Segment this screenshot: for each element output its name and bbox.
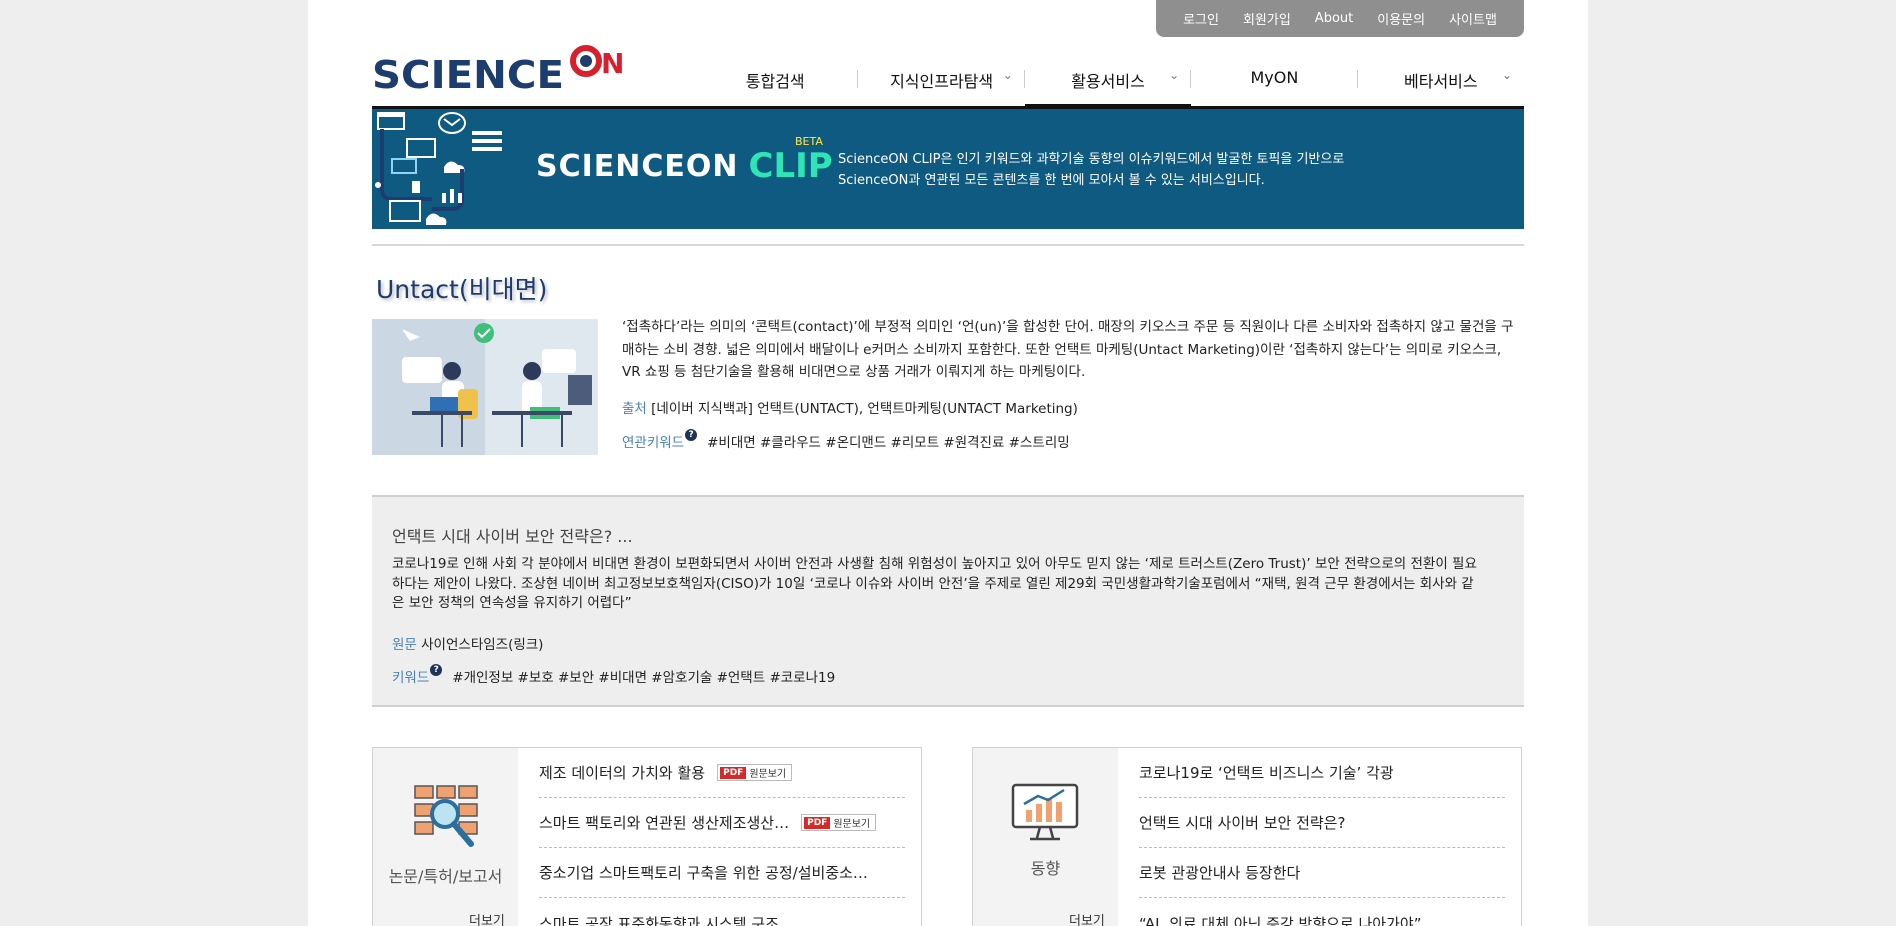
- papers-label: 논문/특허/보고서: [388, 867, 503, 886]
- news-box: 언택트 시대 사이버 보안 전략은? ... 코로나19로 인해 사회 각 분야…: [372, 495, 1524, 707]
- list-item[interactable]: 제조 데이터의 가치와 활용 PDF 원문보기: [539, 748, 905, 798]
- folder-search-icon: [413, 785, 478, 847]
- banner-illustration: [375, 112, 502, 225]
- pdf-icon: PDF: [804, 816, 831, 829]
- list-item[interactable]: 언택트 시대 사이버 보안 전략은?: [1139, 798, 1505, 848]
- signup-link[interactable]: 회원가입: [1231, 9, 1303, 28]
- trends-side: 동향 더보기: [973, 748, 1118, 926]
- content: 로그인 회원가입 About 이용문의 사이트맵 SCIENCE N 통합검색 …: [372, 0, 1524, 926]
- clip-brand-clip: CLIP: [748, 146, 833, 186]
- clip-brand-name: SCIENCEON: [536, 148, 739, 184]
- clip-desc-line: ScienceON과 연관된 모든 콘텐츠를 한 번에 모아서 볼 수 있는 서…: [838, 173, 1265, 188]
- source-label: 원문: [392, 637, 417, 653]
- pdf-label: 원문보기: [833, 819, 871, 830]
- papers-panel: 논문/특허/보고서 더보기 제조 데이터의 가치와 활용 PDF 원문보기 스마트…: [372, 747, 922, 926]
- nav-knowledge-infra[interactable]: 지식인프라탐색 ⌄: [858, 56, 1026, 108]
- pdf-view-button[interactable]: PDF 원문보기: [801, 814, 877, 831]
- chart-monitor-icon: [1011, 783, 1079, 841]
- trends-more-link[interactable]: 더보기: [1069, 910, 1105, 926]
- source-text[interactable]: [네이버 지식백과] 언택트(UNTACT), 언택트마케팅(UNTACT Ma…: [651, 401, 1078, 417]
- nav-services[interactable]: 활용서비스 ⌄: [1024, 56, 1192, 108]
- topic-keywords: 연관키워드 ? #비대면 #클라우드 #온디맨드 #리모트 #원격진료 #스트리…: [622, 429, 1070, 451]
- list-item[interactable]: 코로나19로 ‘언택트 비즈니스 기술’ 각광: [1139, 748, 1505, 798]
- news-title[interactable]: 언택트 시대 사이버 보안 전략은? ...: [392, 523, 633, 547]
- chevron-down-icon: ⌄: [1169, 68, 1180, 82]
- item-title[interactable]: 언택트 시대 사이버 보안 전략은?: [1139, 812, 1345, 833]
- topic-description: ‘접촉하다’라는 의미의 ‘콘택트(contact)’에 부정적 의미인 ‘언(…: [622, 319, 1514, 380]
- trends-label: 동향: [1030, 859, 1061, 878]
- nav-label: 활용서비스: [1071, 72, 1145, 91]
- login-link[interactable]: 로그인: [1171, 9, 1231, 28]
- item-title[interactable]: 스마트 공장 표준화동향과 시스템 구조: [539, 913, 779, 926]
- item-title[interactable]: 스마트 팩토리와 연관된 생산제조생산…: [539, 812, 789, 833]
- clip-description: ScienceON CLIP은 인기 키워드와 과학기술 동향의 이슈키워드에서…: [838, 149, 1438, 191]
- topic-source: 출처 [네이버 지식백과] 언택트(UNTACT), 언택트마케팅(UNTACT…: [622, 397, 1078, 417]
- sitemap-link[interactable]: 사이트맵: [1437, 9, 1509, 28]
- nav-myon[interactable]: MyON: [1191, 56, 1359, 108]
- topic-illustration: [372, 319, 598, 455]
- inquiry-link[interactable]: 이용문의: [1365, 9, 1437, 28]
- logo-text: SCIENCE: [372, 53, 564, 94]
- papers-list: 제조 데이터의 가치와 활용 PDF 원문보기 스마트 팩토리와 연관된 생산제조…: [539, 748, 905, 926]
- news-body: 코로나19로 인해 사회 각 분야에서 비대면 환경이 보편화되면서 사이버 안…: [392, 556, 1477, 611]
- item-title[interactable]: 제조 데이터의 가치와 활용: [539, 762, 705, 783]
- pdf-view-button[interactable]: PDF 원문보기: [717, 764, 793, 781]
- keyword-list[interactable]: #개인정보 #보호 #보안 #비대면 #암호기술 #언택트 #코로나19: [452, 666, 835, 686]
- clip-desc-line: ScienceON CLIP은 인기 키워드와 과학기술 동향의 이슈키워드에서…: [838, 152, 1345, 167]
- item-title[interactable]: 중소기업 스마트팩토리 구축을 위한 공정/설비중소…: [539, 862, 868, 883]
- page: 로그인 회원가입 About 이용문의 사이트맵 SCIENCE N 통합검색 …: [308, 0, 1588, 926]
- papers-side: 논문/특허/보고서 더보기: [373, 748, 518, 926]
- papers-more-link[interactable]: 더보기: [469, 910, 505, 926]
- clip-brand: SCIENCEON CLIP: [536, 143, 833, 189]
- main-nav: 통합검색 지식인프라탐색 ⌄ 활용서비스 ⌄ MyON 베타서비스 ⌄: [692, 56, 1524, 108]
- nav-label: 지식인프라탐색: [890, 72, 994, 91]
- source-link[interactable]: 사이언스타임즈(링크): [421, 637, 543, 653]
- section-divider: [372, 244, 1524, 246]
- list-item[interactable]: “AI, 의료 대체 아닌 증강 방향으로 나아가야”: [1139, 898, 1505, 926]
- list-item[interactable]: 스마트 공장 표준화동향과 시스템 구조: [539, 898, 905, 926]
- keyword-label: 연관키워드: [622, 435, 685, 451]
- news-keywords: 키워드 ? #개인정보 #보호 #보안 #비대면 #암호기술 #언택트 #코로나…: [392, 664, 835, 686]
- about-link[interactable]: About: [1303, 11, 1365, 26]
- source-label: 출처: [622, 401, 647, 417]
- keyword-list[interactable]: #비대면 #클라우드 #온디맨드 #리모트 #원격진료 #스트리밍: [707, 431, 1070, 451]
- pdf-label: 원문보기: [749, 769, 787, 780]
- chevron-down-icon: ⌄: [1002, 68, 1013, 82]
- news-source: 원문 사이언스타임즈(링크): [392, 633, 543, 653]
- nav-beta-services[interactable]: 베타서비스 ⌄: [1358, 56, 1524, 108]
- list-item[interactable]: 스마트 팩토리와 연관된 생산제조생산… PDF 원문보기: [539, 798, 905, 848]
- list-item[interactable]: 중소기업 스마트팩토리 구축을 위한 공정/설비중소…: [539, 848, 905, 898]
- topic-title: Untact(비대면): [376, 275, 548, 304]
- item-title[interactable]: “AI, 의료 대체 아닌 증강 방향으로 나아가야”: [1139, 913, 1421, 926]
- nav-label: MyON: [1250, 68, 1299, 87]
- svg-text:N: N: [601, 47, 624, 80]
- item-title[interactable]: 로봇 관광안내사 등장한다: [1139, 862, 1300, 883]
- chevron-down-icon: ⌄: [1501, 68, 1513, 82]
- scienceon-logo[interactable]: SCIENCE N: [372, 44, 632, 94]
- trends-list: 코로나19로 ‘언택트 비즈니스 기술’ 각광 언택트 시대 사이버 보안 전략…: [1139, 748, 1505, 926]
- help-icon[interactable]: ?: [685, 429, 698, 441]
- pdf-icon: PDF: [720, 766, 747, 779]
- list-item[interactable]: 로봇 관광안내사 등장한다: [1139, 848, 1505, 898]
- clip-banner: SCIENCEON CLIP BETA ScienceON CLIP은 인기 키…: [372, 109, 1524, 229]
- help-icon[interactable]: ?: [430, 664, 443, 676]
- trends-panel: 동향 더보기 코로나19로 ‘언택트 비즈니스 기술’ 각광 언택트 시대 사이…: [972, 747, 1522, 926]
- utility-nav: 로그인 회원가입 About 이용문의 사이트맵: [1156, 0, 1524, 37]
- nav-label: 베타서비스: [1404, 72, 1478, 91]
- beta-badge: BETA: [795, 135, 823, 148]
- keyword-label: 키워드: [392, 670, 430, 686]
- nav-integrated-search[interactable]: 통합검색: [692, 56, 859, 108]
- item-title[interactable]: 코로나19로 ‘언택트 비즈니스 기술’ 각광: [1139, 762, 1394, 783]
- nav-label: 통합검색: [745, 72, 805, 91]
